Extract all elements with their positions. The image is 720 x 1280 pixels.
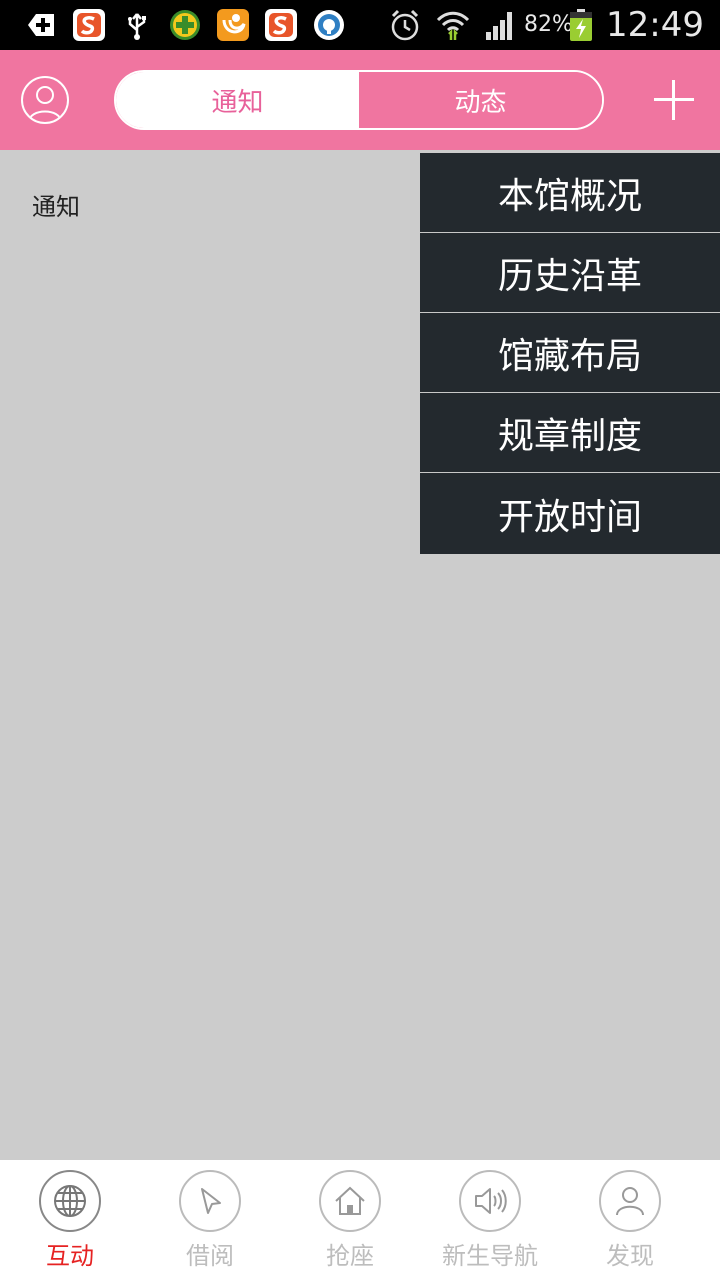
sogou-icon — [73, 9, 105, 41]
nav-label: 新生导航 — [442, 1242, 538, 1270]
add-box-icon — [28, 14, 54, 36]
signal-icon — [486, 12, 512, 40]
battery-charging-icon — [570, 9, 592, 41]
menu-item-history[interactable]: 历史沿革 — [420, 233, 720, 313]
nav-icon-circle — [319, 1170, 381, 1232]
wifi-icon — [436, 11, 470, 40]
speaker-icon — [475, 1188, 507, 1214]
menu-item-library-overview[interactable]: 本馆概况 — [420, 153, 720, 233]
user-avatar-icon — [28, 86, 62, 122]
bottom-navigation: 互动 借阅 抢座 新生导航 发现 — [0, 1160, 720, 1280]
nav-item-seat-booking[interactable]: 抢座 — [280, 1160, 420, 1280]
nav-item-borrow[interactable]: 借阅 — [140, 1160, 280, 1280]
game-icon — [170, 10, 200, 40]
add-icon[interactable] — [652, 78, 696, 122]
home-icon — [335, 1186, 365, 1215]
content-label: 通知 — [32, 193, 80, 221]
nav-item-discover[interactable]: 发现 — [560, 1160, 700, 1280]
tab-activity[interactable]: 动态 — [359, 72, 602, 128]
usb-icon — [128, 13, 146, 40]
top-navigation-bar: 通知 动态 — [0, 50, 720, 150]
dropdown-menu: 本馆概况 历史沿革 馆藏布局 规章制度 开放时间 — [420, 153, 720, 554]
menu-item-rules[interactable]: 规章制度 — [420, 393, 720, 473]
nav-icon-circle — [39, 1170, 101, 1232]
globe-icon — [54, 1185, 86, 1217]
menu-item-collection-layout[interactable]: 馆藏布局 — [420, 313, 720, 393]
battery-percent: 82% — [524, 12, 573, 37]
profile-button[interactable] — [21, 76, 69, 124]
vpn-icon — [314, 10, 344, 40]
alarm-icon — [391, 9, 419, 41]
uc-browser-icon — [217, 9, 249, 41]
person-icon — [616, 1187, 644, 1216]
clock: 12:49 — [606, 5, 704, 45]
nav-item-interaction[interactable]: 互动 — [0, 1160, 140, 1280]
cursor-icon — [201, 1188, 221, 1214]
menu-item-opening-hours[interactable]: 开放时间 — [420, 473, 720, 554]
tab-switcher: 通知 动态 — [114, 70, 604, 130]
tab-notifications[interactable]: 通知 — [116, 72, 359, 128]
nav-label: 借阅 — [186, 1242, 234, 1270]
nav-label: 抢座 — [326, 1242, 374, 1270]
status-bar: 82% 12:49 — [0, 0, 720, 50]
nav-icon-circle — [459, 1170, 521, 1232]
nav-label: 互动 — [46, 1242, 94, 1270]
nav-icon-circle — [599, 1170, 661, 1232]
nav-icon-circle — [179, 1170, 241, 1232]
nav-label: 发现 — [606, 1242, 654, 1270]
sogou-icon — [265, 9, 297, 41]
nav-item-freshman-guide[interactable]: 新生导航 — [420, 1160, 560, 1280]
